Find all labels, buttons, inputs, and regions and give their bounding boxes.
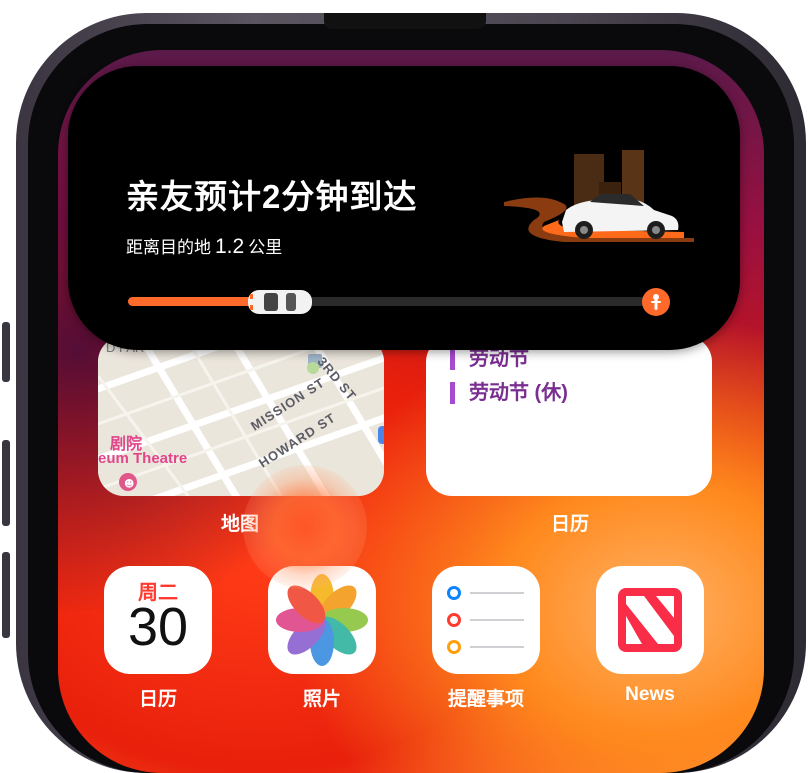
distance-value: 1.2 [215, 235, 245, 258]
distance-unit: 公里 [248, 238, 283, 257]
trip-progress-bar [128, 297, 648, 306]
dynamic-island-live-activity[interactable]: 亲友预计2分钟到达 距离目的地 1.2 公里 [68, 66, 740, 350]
arrival-title: 亲友预计2分钟到达 [126, 178, 418, 215]
reminders-icon [447, 586, 524, 654]
calendar-app-icon[interactable]: 周二 30 [104, 566, 212, 674]
calendar-event: 劳动节 [450, 348, 529, 370]
mute-switch [2, 322, 10, 382]
volume-up-button [2, 440, 10, 526]
distance-prefix: 距离目的地 [126, 238, 211, 257]
calendar-widget-label: 日历 [550, 514, 589, 535]
news-icon [618, 588, 682, 652]
calendar-day: 30 [127, 597, 189, 657]
distance-text: 距离目的地 1.2 公里 [126, 233, 282, 259]
poi-label-en: eum Theatre [98, 450, 188, 467]
maps-widget[interactable]: D FAR ☻ MISSION ST HOWARD ST 3RD ST 剧院 e… [98, 336, 384, 496]
destination-pin-icon [642, 288, 670, 316]
reminders-app-icon[interactable] [432, 566, 540, 674]
calendar-widget[interactable]: 劳动节 劳动节 (休) [426, 336, 712, 496]
reminders-app-label: 提醒事项 [447, 689, 524, 710]
speaker-grille [324, 13, 486, 29]
svg-text:☻: ☻ [124, 478, 134, 490]
car-icon [248, 290, 312, 314]
touch-indicator [243, 465, 367, 589]
calendar-event: 劳动节 (休) [450, 382, 568, 404]
calendar-app-label: 日历 [138, 689, 177, 710]
news-app-icon[interactable] [596, 566, 704, 674]
volume-down-button [2, 552, 10, 638]
photos-app-label: 照片 [302, 689, 341, 710]
map-tiles: D FAR ☻ [98, 336, 384, 496]
car-illustration-icon [504, 150, 694, 242]
